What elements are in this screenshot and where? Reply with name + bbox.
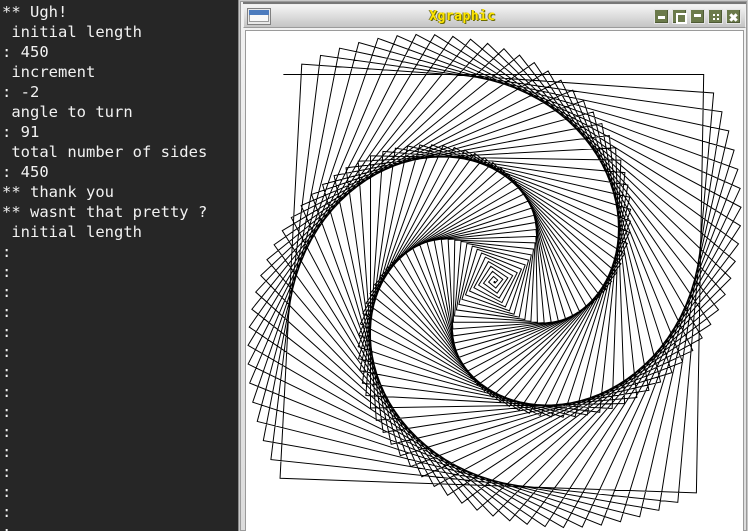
desktop-screen: ** Ugh! initial length : 450 increment : -… <box>0 0 748 531</box>
terminal-line: : 91 <box>2 123 40 141</box>
spirograph-canvas[interactable] <box>245 30 744 531</box>
terminal-line: increment <box>2 63 96 81</box>
sticky-dot-4 <box>717 17 719 20</box>
terminal-line: : <box>2 363 12 381</box>
close-button[interactable] <box>726 8 741 24</box>
maximize-button[interactable] <box>672 8 687 24</box>
terminal-line: : <box>2 283 12 301</box>
sticky-dot-3 <box>713 17 715 20</box>
terminal-line: : <box>2 303 12 321</box>
terminal-line: initial length <box>2 23 142 41</box>
window-icon-body <box>249 14 269 22</box>
terminal-line: ** thank you <box>2 183 114 201</box>
terminal-line: : <box>2 263 12 281</box>
titlebar-buttons <box>654 8 741 24</box>
shade-icon <box>694 13 701 17</box>
terminal-line: angle to turn <box>2 103 133 121</box>
terminal-line: : <box>2 343 12 361</box>
sticky-dots-icon <box>713 13 715 16</box>
terminal-line: : <box>2 443 12 461</box>
terminal-line: : 450 <box>2 43 49 61</box>
window-title: Xgraphic <box>429 8 496 24</box>
minimize-icon <box>658 15 665 19</box>
terminal-line: : <box>2 403 12 421</box>
spirograph-path <box>248 34 741 527</box>
xgraphic-window[interactable]: Xgraphic <box>238 0 748 531</box>
terminal-line: : <box>2 423 12 441</box>
terminal-line: initial length <box>2 223 142 241</box>
terminal-line: : -2 <box>2 83 40 101</box>
terminal-line: ** wasnt that pretty ? <box>2 203 208 221</box>
minimize-button[interactable] <box>654 8 669 24</box>
titlebar[interactable]: Xgraphic <box>243 4 746 28</box>
sticky-dot-2 <box>717 13 719 16</box>
window-icon[interactable] <box>247 7 271 25</box>
xgraphic-window-frame: Xgraphic <box>240 1 747 531</box>
sticky-button[interactable] <box>708 8 723 24</box>
terminal-line: total number of sides <box>2 143 208 161</box>
terminal-line: : 450 <box>2 163 49 181</box>
terminal-line: : <box>2 323 12 341</box>
terminal-line: : <box>2 243 12 261</box>
terminal-line: ** Ugh! <box>2 3 68 21</box>
terminal-line: : <box>2 483 12 501</box>
shade-button[interactable] <box>690 8 705 24</box>
terminal-line: : <box>2 503 12 521</box>
terminal-output: ** Ugh! initial length : 450 increment : -… <box>0 0 238 531</box>
terminal-line: : <box>2 463 12 481</box>
maximize-icon <box>676 12 687 24</box>
terminal-line: : <box>2 522 238 531</box>
terminal-line: : <box>2 383 12 401</box>
spirograph-drawing <box>246 31 743 531</box>
terminal-window[interactable]: ** Ugh! initial length : 450 increment : -… <box>0 0 238 531</box>
